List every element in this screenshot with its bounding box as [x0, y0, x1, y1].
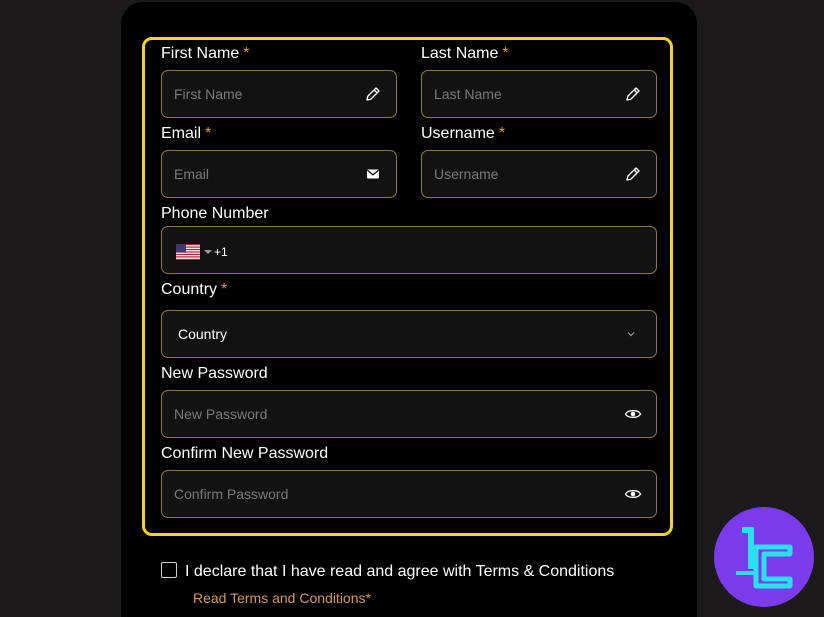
chevron-down-icon[interactable] [622, 325, 640, 343]
us-flag-icon[interactable] [176, 244, 200, 260]
confirm-password-input[interactable]: Confirm Password [161, 470, 657, 518]
first-name-label: First Name * [161, 45, 250, 62]
new-password-input[interactable]: New Password [161, 390, 657, 438]
required-mark: * [243, 45, 250, 62]
required-mark: * [502, 45, 509, 62]
last-name-label: Last Name * [421, 45, 509, 62]
phone-number-input[interactable]: +1 [161, 226, 657, 274]
last-name-input[interactable]: Last Name [421, 70, 657, 118]
email-input[interactable]: Email [161, 150, 397, 198]
terms-checkbox[interactable] [161, 562, 177, 578]
first-name-placeholder: First Name [174, 86, 243, 102]
confirm-password-label: Confirm New Password [161, 445, 329, 462]
country-select[interactable]: Country [161, 310, 657, 358]
pencil-icon[interactable] [624, 85, 642, 103]
confirm-password-placeholder: Confirm Password [174, 486, 289, 502]
eye-icon[interactable] [624, 485, 642, 503]
email-label: Email * [161, 125, 212, 142]
last-name-placeholder: Last Name [434, 86, 502, 102]
eye-icon[interactable] [624, 405, 642, 423]
required-mark: * [498, 125, 506, 142]
country-selected-value: Country [178, 326, 228, 342]
brand-logo [714, 507, 814, 607]
first-name-input[interactable]: First Name [161, 70, 397, 118]
envelope-icon [366, 169, 380, 179]
pencil-icon[interactable] [624, 165, 642, 183]
required-mark: * [221, 281, 228, 298]
read-terms-link[interactable]: Read Terms and Conditions* [193, 590, 371, 606]
new-password-placeholder: New Password [174, 406, 268, 422]
username-input[interactable]: Username [421, 150, 657, 198]
email-placeholder: Email [174, 166, 210, 182]
username-placeholder: Username [434, 166, 499, 182]
pencil-icon[interactable] [364, 85, 382, 103]
brand-logo-icon [736, 527, 793, 589]
phone-number-label: Phone Number [161, 205, 269, 222]
dial-code: +1 [214, 245, 228, 259]
required-mark: * [205, 125, 212, 142]
username-label: Username * [421, 125, 506, 142]
country-label: Country * [161, 281, 228, 298]
terms-declaration: I declare that I have read and agree wit… [185, 563, 615, 580]
chevron-down-icon[interactable] [204, 250, 212, 254]
new-password-label: New Password [161, 365, 268, 382]
